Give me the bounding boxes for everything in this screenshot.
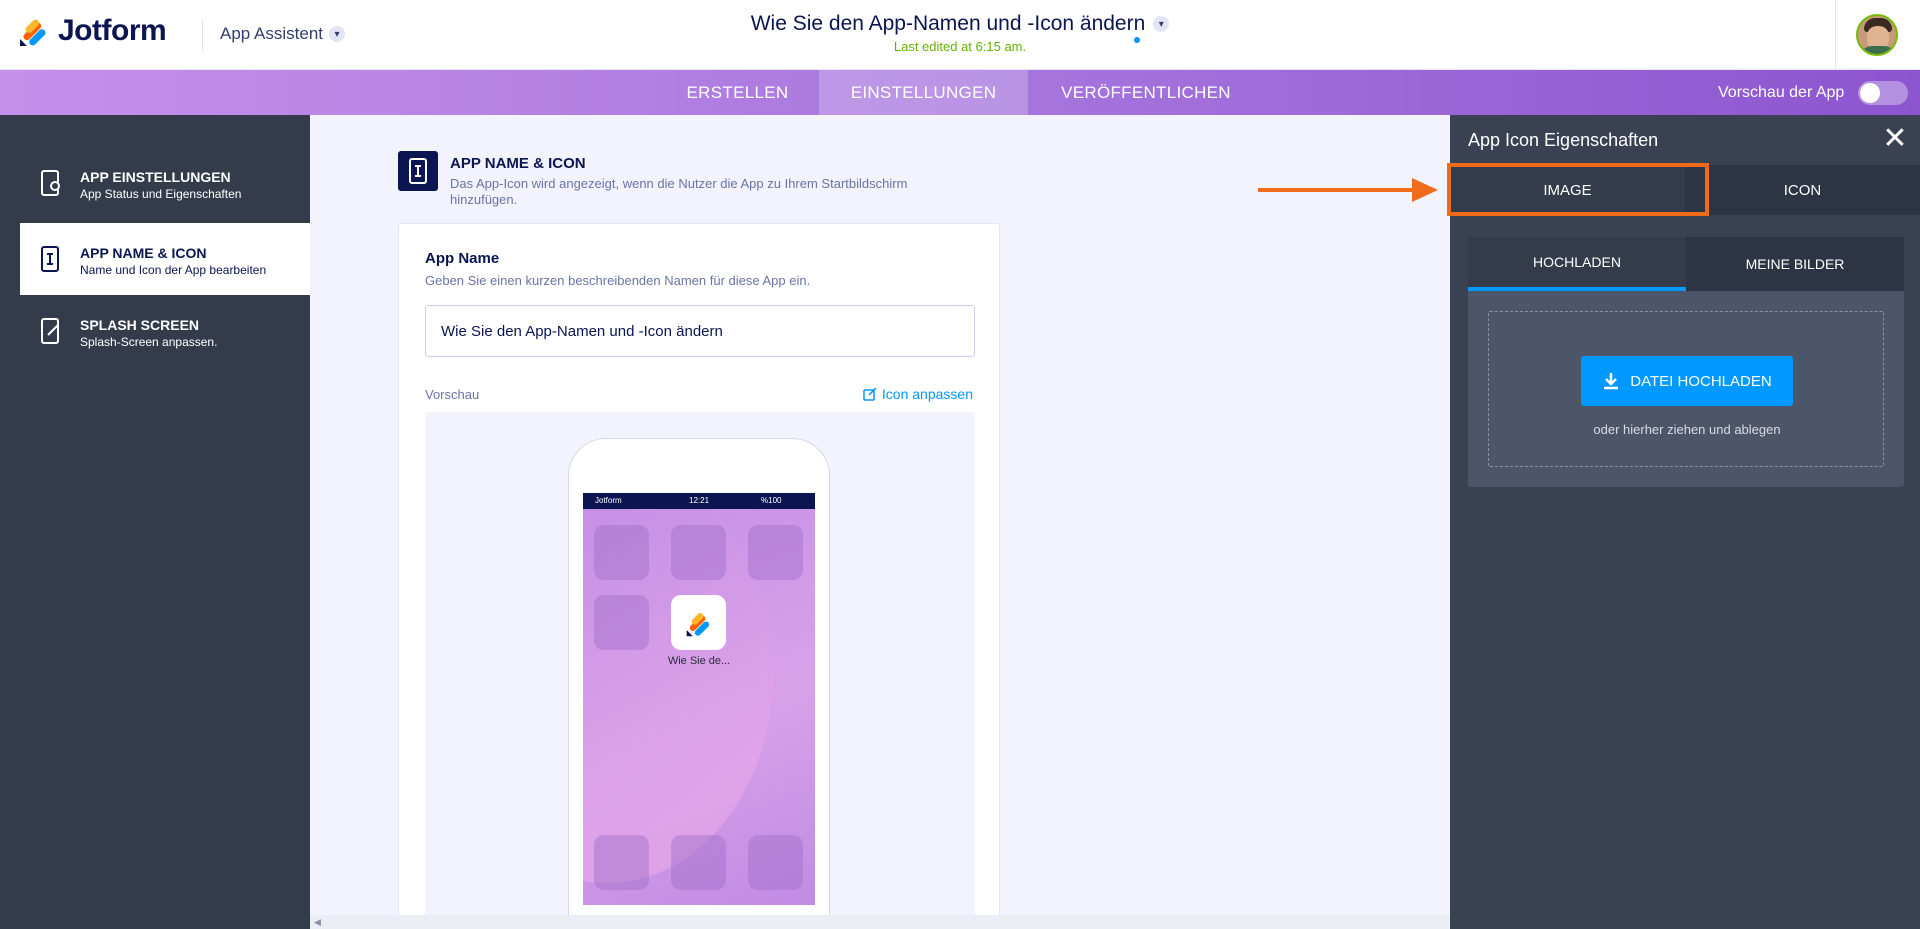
app-icon-preview [671, 595, 726, 650]
placeholder-app-tile [594, 835, 649, 890]
file-dropzone[interactable]: DATEI HOCHLADEN oder hierher ziehen und … [1488, 311, 1884, 467]
placeholder-app-tile [594, 525, 649, 580]
user-avatar[interactable] [1856, 14, 1898, 56]
app-icon-properties-panel: App Icon Eigenschaften ✕ IMAGE ICON HOCH… [1450, 115, 1920, 929]
app-preview-label: Vorschau der App [1718, 84, 1845, 101]
phone-document-icon [41, 246, 59, 272]
main-content: APP NAME & ICON Das App-Icon wird angeze… [310, 115, 1450, 929]
sidebar-item-app-name-icon[interactable]: APP NAME & ICON Name und Icon der App be… [20, 223, 310, 295]
panel-header: App Icon Eigenschaften ✕ [1450, 115, 1920, 165]
customize-icon-label: Icon anpassen [881, 386, 973, 402]
settings-sidebar: APP EINSTELLUNGEN App Status und Eigensc… [0, 115, 310, 929]
sidebar-item-subtitle: Splash-Screen anpassen. [80, 335, 218, 349]
avatar-divider [1835, 0, 1836, 70]
sidebar-item-subtitle: Name und Icon der App bearbeiten [80, 263, 267, 277]
tab-veroeffentlichen[interactable]: VERÖFFENTLICHEN [1028, 70, 1264, 115]
tab-icon[interactable]: ICON [1685, 165, 1920, 215]
app-name-label: App Name [425, 250, 500, 267]
app-name-card: App Name Geben Sie einen kurzen beschrei… [398, 223, 1000, 929]
status-dot [1134, 37, 1140, 43]
toggle-knob [1860, 83, 1880, 103]
app-icon-label: Wie Sie de... [667, 655, 731, 667]
phone-preview-area: Jotform 12:21 %100 Wie Sie de... [425, 412, 975, 929]
status-carrier: Jotform [595, 496, 622, 505]
scroll-left-icon[interactable]: ◀ [314, 917, 321, 928]
upload-tabs: HOCHLADEN MEINE BILDER [1468, 237, 1904, 291]
upload-button-label: DATEI HOCHLADEN [1630, 372, 1772, 390]
sidebar-item-title: APP EINSTELLUNGEN [80, 169, 231, 185]
chevron-down-icon[interactable]: ▾ [1153, 16, 1170, 32]
document-title-text: Wie Sie den App-Namen und -Icon ändern [750, 12, 1146, 35]
placeholder-app-tile [748, 835, 803, 890]
phone-screen: Jotform 12:21 %100 Wie Sie de... [583, 493, 815, 905]
tab-erstellen[interactable]: ERSTELLEN [664, 70, 811, 115]
sidebar-item-splash-screen[interactable]: SPLASH SCREEN Splash-Screen anpassen. [20, 295, 310, 367]
close-icon[interactable]: ✕ [1880, 124, 1910, 155]
placeholder-app-tile [748, 525, 803, 580]
phone-settings-icon [41, 170, 60, 196]
document-title-area: Wie Sie den App-Namen und -Icon ändern ▾… [0, 12, 1920, 54]
phone-mockup: Jotform 12:21 %100 Wie Sie de... [568, 438, 830, 929]
app-name-section-icon [398, 151, 438, 191]
annotation-arrow [1258, 188, 1418, 192]
horizontal-scrollbar[interactable]: ◀ [310, 915, 1450, 929]
app-name-hint: Geben Sie einen kurzen beschreibenden Na… [425, 273, 811, 288]
sidebar-item-subtitle: App Status und Eigenschaften [80, 187, 242, 201]
tab-einstellungen[interactable]: EINSTELLUNGEN [819, 70, 1028, 115]
sidebar-item-title: SPLASH SCREEN [80, 317, 200, 333]
tab-meine-bilder[interactable]: MEINE BILDER [1686, 237, 1904, 291]
edit-icon [863, 387, 877, 401]
phone-status-bar: Jotform 12:21 %100 [583, 493, 815, 509]
annotation-arrow-head [1412, 178, 1438, 202]
status-battery: %100 [761, 496, 782, 505]
app-name-input[interactable] [425, 305, 975, 357]
tab-hochladen[interactable]: HOCHLADEN [1468, 237, 1686, 291]
placeholder-app-tile [594, 595, 649, 650]
annotation-highlight-box [1447, 163, 1709, 216]
app-preview-toggle[interactable] [1858, 81, 1908, 105]
status-time: 12:21 [689, 496, 710, 505]
download-icon [1604, 373, 1619, 390]
panel-title: App Icon Eigenschaften [1468, 130, 1659, 150]
document-title[interactable]: Wie Sie den App-Namen und -Icon ändern ▾ [751, 12, 1170, 36]
section-title: APP NAME & ICON [450, 155, 586, 172]
upload-file-button[interactable]: DATEI HOCHLADEN [1581, 356, 1793, 406]
top-bar: Jotform App Assistent ▾ Wie Sie den App-… [0, 0, 1920, 70]
section-description: Das App-Icon wird angezeigt, wenn die Nu… [450, 176, 908, 207]
customize-icon-link[interactable]: Icon anpassen [863, 386, 973, 402]
drop-hint: oder hierher ziehen und ablegen [1593, 422, 1781, 437]
preview-label: Vorschau [425, 387, 480, 402]
phone-edit-icon [41, 318, 59, 344]
placeholder-app-tile [671, 525, 726, 580]
placeholder-app-tile [671, 835, 726, 890]
upload-card: HOCHLADEN MEINE BILDER DATEI HOCHLADEN o… [1468, 237, 1904, 487]
sidebar-item-title: APP NAME & ICON [80, 245, 207, 261]
jotform-logo-icon [686, 612, 709, 636]
sidebar-item-app-settings[interactable]: APP EINSTELLUNGEN App Status und Eigensc… [20, 147, 310, 219]
last-edited-text: Last edited at 6:15 am. [893, 39, 1027, 54]
main-nav: ERSTELLEN EINSTELLUNGEN VERÖFFENTLICHEN … [0, 70, 1920, 115]
